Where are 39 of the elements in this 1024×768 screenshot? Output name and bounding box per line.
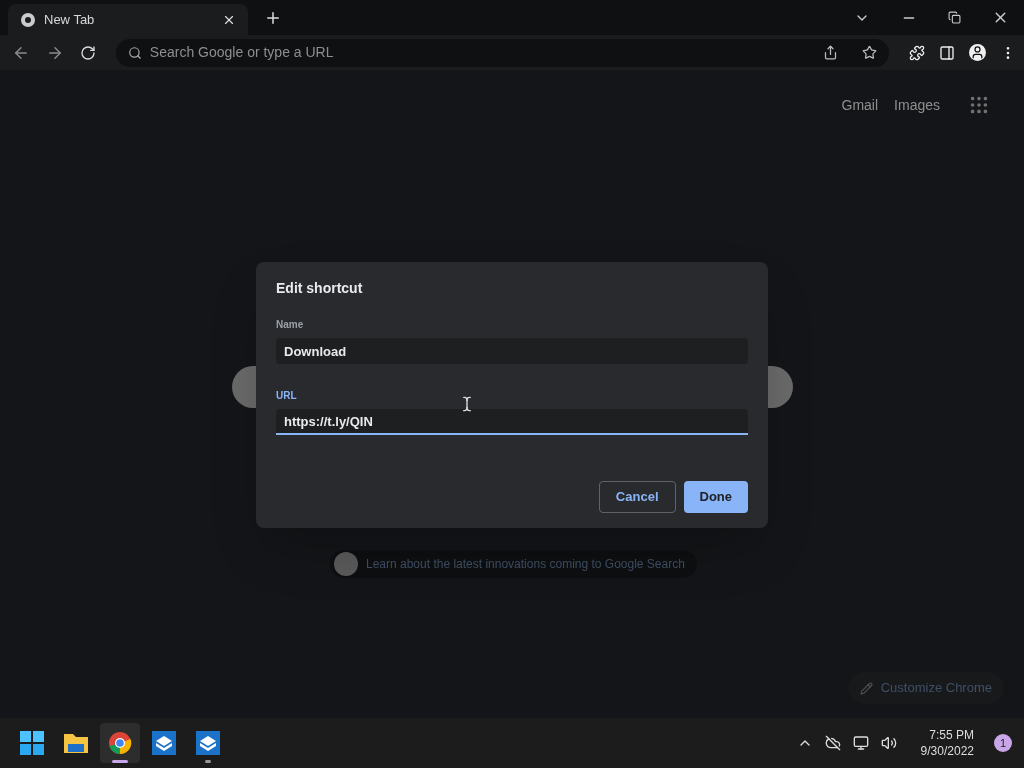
text-field[interactable]: https://t.ly/QIN — [276, 409, 748, 435]
gmail-link[interactable]: Gmail — [841, 94, 879, 116]
star-icon[interactable] — [862, 45, 877, 60]
taskbar-app[interactable] — [100, 723, 140, 763]
notification-badge[interactable]: 1 — [994, 734, 1012, 752]
pencil-icon — [859, 681, 873, 695]
tab-title: New Tab — [44, 10, 96, 29]
done-button[interactable]: Done — [683, 481, 748, 513]
text-field[interactable]: Download — [276, 338, 748, 364]
browser-tab[interactable]: New Tab — [8, 4, 248, 35]
volume-icon[interactable] — [880, 735, 897, 751]
clock-date[interactable]: 9/30/2022 — [920, 743, 974, 759]
browser-icon — [108, 731, 132, 755]
extensions-icon[interactable] — [909, 44, 925, 61]
address-input[interactable]: Search Google or type a URL — [149, 42, 815, 63]
promo-icon — [334, 552, 358, 576]
reload-icon[interactable] — [79, 44, 96, 61]
search-icon — [127, 45, 142, 60]
promo-text: Learn about the latest innovations coming to Google Search — [366, 556, 685, 573]
browser-icon — [20, 11, 36, 28]
network-icon[interactable] — [852, 735, 869, 751]
images-link[interactable]: Images — [894, 94, 940, 116]
field-label: URL — [276, 389, 298, 403]
cloud-off-icon[interactable] — [824, 735, 841, 751]
address-bar[interactable]: Search Google or type a URL — [115, 38, 889, 67]
field-label: Name — [276, 318, 305, 332]
apps-icon[interactable] — [968, 94, 990, 116]
cancel-button[interactable]: Cancel — [598, 481, 676, 513]
windows-icon — [20, 731, 44, 755]
profile-icon[interactable] — [969, 44, 986, 61]
new-tab-icon[interactable] — [264, 9, 282, 27]
box-app-icon — [196, 731, 220, 755]
box-app-icon — [152, 731, 176, 755]
side-panel-icon[interactable] — [939, 44, 955, 61]
share-icon[interactable] — [823, 45, 838, 60]
restore-icon[interactable] — [948, 11, 961, 24]
clock-time[interactable]: 7:55 PM — [929, 727, 974, 743]
dialog-title: Edit shortcut — [276, 279, 364, 298]
folder-icon — [63, 731, 89, 755]
